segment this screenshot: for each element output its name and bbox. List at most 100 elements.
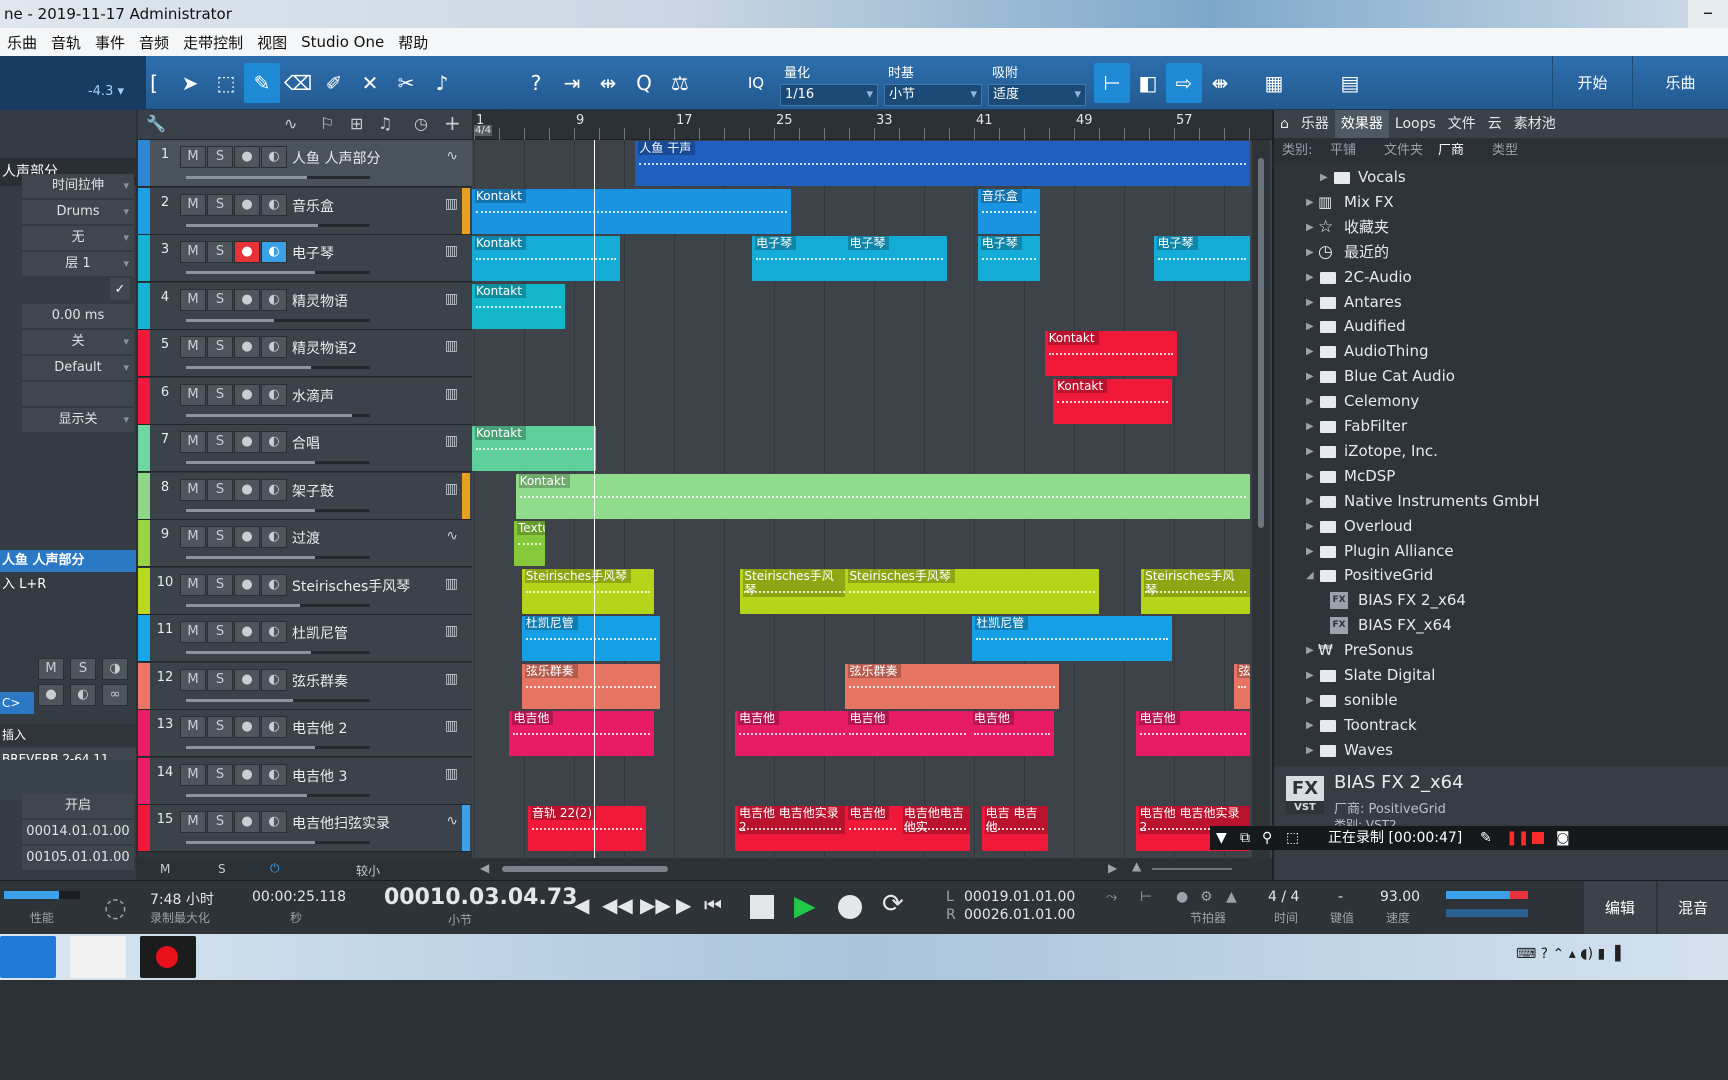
eraser-tool-icon[interactable]: ⌫: [280, 63, 316, 103]
track-solo-button[interactable]: S: [207, 336, 233, 358]
clip[interactable]: 音轨 22(2): [528, 806, 647, 851]
track-record-arm-icon[interactable]: ●: [234, 288, 260, 311]
track-name[interactable]: 电吉他扫弦实录: [292, 813, 390, 833]
inspector-row-0[interactable]: 时间拉伸: [22, 174, 134, 198]
clip[interactable]: 电吉他电吉他实: [899, 806, 970, 851]
clip[interactable]: Kontakt: [472, 236, 620, 281]
expand-arrow-icon[interactable]: ▶: [1306, 339, 1314, 364]
track-volume-slider[interactable]: [186, 271, 370, 274]
home-icon[interactable]: ⌂: [1274, 110, 1295, 138]
snap-grid-icon[interactable]: ⊢: [1094, 63, 1130, 103]
browser-item[interactable]: ▶ Blue Cat Audio: [1274, 364, 1728, 389]
scroll-right-icon[interactable]: ▶: [1108, 861, 1117, 875]
arrow-tool-icon[interactable]: ➤: [172, 63, 208, 103]
track-mute-button[interactable]: M: [180, 526, 206, 548]
channel-monitor-icon[interactable]: ◐: [70, 684, 96, 706]
browser-item[interactable]: FX BIAS FX 2_x64: [1274, 588, 1728, 613]
menu-item-7[interactable]: 帮助: [391, 32, 435, 53]
expand-arrow-icon[interactable]: ▶: [1306, 713, 1314, 738]
clip[interactable]: 弦乐群奏: [521, 663, 661, 709]
power-icon[interactable]: ⏻: [270, 861, 280, 876]
track-color-strip[interactable]: [138, 377, 150, 424]
clip[interactable]: Steirisches手风琴: [740, 568, 850, 614]
track-row[interactable]: 6 M S ● ◐ 水滴声 ▥: [138, 377, 472, 425]
track-monitor-icon[interactable]: ◐: [261, 763, 287, 786]
browser-filter-3[interactable]: 类型: [1492, 138, 1518, 164]
track-record-arm-icon[interactable]: ●: [234, 431, 260, 453]
track-record-arm-icon[interactable]: ●: [234, 526, 260, 548]
snap-events-icon[interactable]: ◧: [1130, 63, 1166, 103]
track-volume-slider[interactable]: [186, 366, 370, 369]
menu-item-5[interactable]: 视图: [250, 32, 294, 53]
track-record-arm-icon[interactable]: ●: [234, 146, 260, 168]
track-name[interactable]: 人鱼 人声部分: [292, 148, 380, 168]
browser-filter-2[interactable]: 厂商: [1438, 138, 1464, 164]
track-color-strip[interactable]: [138, 520, 150, 566]
instrument-track-icon[interactable]: ♫: [378, 114, 392, 133]
browser-item[interactable]: ▶ McDSP: [1274, 464, 1728, 489]
track-volume-slider[interactable]: [186, 176, 370, 179]
inspector-row-7[interactable]: Default: [22, 356, 134, 380]
zoom-out-icon[interactable]: ▲: [1132, 859, 1141, 873]
inserts-header[interactable]: 插入: [0, 724, 136, 746]
mix-view-button[interactable]: 混音: [1658, 881, 1728, 935]
timebase-value[interactable]: 小节: [884, 84, 982, 106]
camera-icon[interactable]: ◙: [1556, 826, 1570, 850]
inspector-time-end[interactable]: 00105.01.01.00: [22, 846, 134, 870]
browser-item[interactable]: ▶ 2C-Audio: [1274, 265, 1728, 290]
track-solo-button[interactable]: S: [207, 763, 233, 786]
track-volume-slider[interactable]: [186, 698, 370, 702]
cursor-follow-icon[interactable]: ⇼: [1202, 63, 1238, 103]
menu-item-2[interactable]: 事件: [88, 32, 132, 53]
track-name[interactable]: 电吉他 2: [292, 718, 347, 738]
tempo-value[interactable]: 93.00: [1380, 889, 1420, 905]
track-color-strip[interactable]: [138, 235, 150, 281]
stop-record-icon[interactable]: [1532, 832, 1544, 844]
stop-icon[interactable]: [750, 895, 774, 919]
iq-button[interactable]: IQ: [738, 63, 774, 103]
clip[interactable]: Kontakt: [472, 188, 791, 234]
menu-item-3[interactable]: 音频: [132, 32, 176, 53]
inspector-row-1[interactable]: Drums: [22, 200, 134, 224]
expand-arrow-icon[interactable]: ▶: [1306, 514, 1314, 539]
track-name[interactable]: Steirisches手风琴: [292, 576, 410, 596]
menu-item-4[interactable]: 走带控制: [176, 32, 250, 53]
track-monitor-icon[interactable]: ◐: [261, 668, 287, 691]
track-name[interactable]: 弦乐群奏: [292, 671, 348, 691]
clip[interactable]: 电吉他: [509, 711, 655, 756]
clip[interactable]: 弦乐群奏: [845, 663, 1060, 709]
inspector-row-6[interactable]: 关: [22, 330, 134, 354]
key-value[interactable]: -: [1338, 889, 1343, 905]
channel-pan-icon[interactable]: ◑: [102, 658, 128, 680]
clock-icon[interactable]: ◷: [414, 114, 428, 133]
browser-tab-4[interactable]: 云: [1482, 110, 1508, 138]
track-solo-button[interactable]: S: [207, 668, 233, 691]
track-color-strip[interactable]: [138, 282, 150, 329]
browser-item[interactable]: ▶ Audified: [1274, 314, 1728, 339]
record-icon[interactable]: [838, 895, 862, 919]
quantize-value[interactable]: 1/16: [780, 84, 878, 106]
track-solo-button[interactable]: S: [207, 811, 233, 833]
go-to-start-icon[interactable]: ◀: [574, 893, 589, 917]
track-solo-button[interactable]: S: [207, 288, 233, 311]
region-icon[interactable]: ⬚: [1286, 826, 1299, 850]
clip[interactable]: Kontakt: [1044, 331, 1177, 376]
clip[interactable]: 电吉他: [734, 711, 850, 756]
track-color-strip[interactable]: [138, 757, 150, 804]
inspector-row-3[interactable]: 层 1: [22, 252, 134, 276]
track-color-strip[interactable]: [138, 805, 150, 851]
track-color-strip[interactable]: [138, 472, 150, 519]
track-volume-slider[interactable]: [186, 461, 370, 464]
track-record-arm-icon[interactable]: ●: [234, 383, 260, 406]
split-tool-icon[interactable]: ✂: [388, 63, 424, 103]
folder-track-icon[interactable]: ⊞: [350, 114, 363, 133]
track-monitor-icon[interactable]: ◐: [261, 288, 287, 311]
clip[interactable]: Kontakt: [472, 426, 596, 471]
clip[interactable]: Steirisches手风琴: [845, 568, 1100, 614]
track-mute-button[interactable]: M: [180, 336, 206, 358]
track-color-strip[interactable]: [138, 662, 150, 709]
browser-item[interactable]: ▶ Overloud: [1274, 514, 1728, 539]
add-track-icon[interactable]: +: [444, 111, 461, 135]
track-mute-button[interactable]: M: [180, 811, 206, 833]
expand-arrow-icon[interactable]: ▶: [1306, 464, 1314, 489]
